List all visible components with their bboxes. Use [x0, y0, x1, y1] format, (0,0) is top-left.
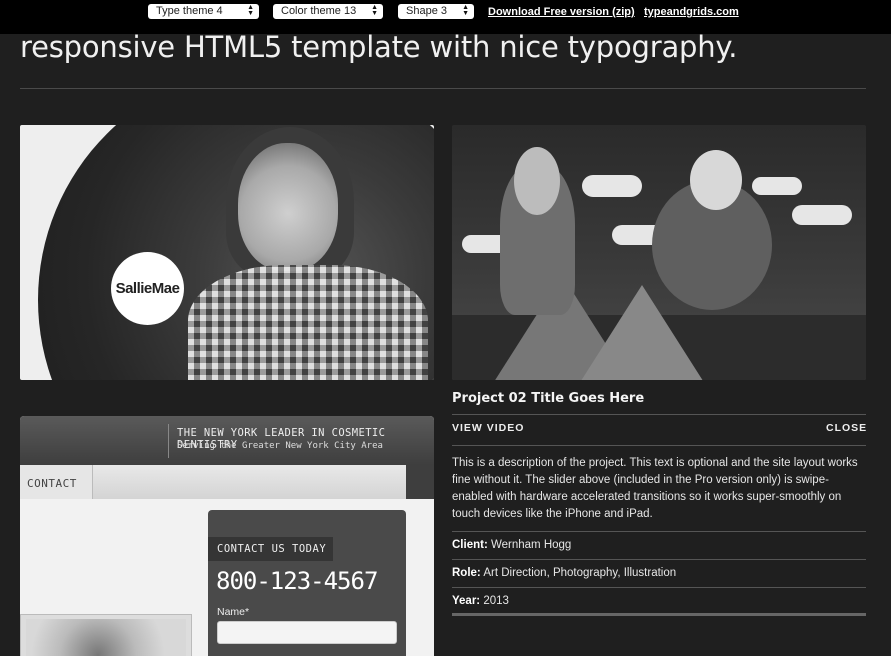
select-arrows-icon: ▲ ▼	[247, 4, 254, 17]
client-label: Client:	[452, 539, 488, 551]
project-year: Year: 2013	[452, 595, 509, 607]
site-nav-edge	[406, 465, 434, 499]
divider	[452, 445, 866, 446]
illustration-head-left	[514, 147, 560, 215]
illustration-head-right	[690, 150, 742, 210]
typeandgrids-link[interactable]: typeandgrids.com	[644, 5, 739, 19]
portfolio-thumb-illustration[interactable]	[452, 125, 866, 380]
theme-toolbar: Type theme 4 ▲ ▼ Color theme 13 ▲ ▼ Shape …	[0, 0, 891, 34]
download-free-link[interactable]: Download Free version (zip)	[488, 5, 635, 19]
cloud	[752, 177, 802, 195]
divider	[20, 88, 866, 89]
contact-phone: 800-123-4567	[216, 567, 378, 595]
shape-select[interactable]: Shape 3 ▲ ▼	[398, 4, 474, 19]
project-description: This is a description of the project. Th…	[452, 457, 858, 520]
type-theme-value: Type theme 4	[156, 5, 223, 17]
type-theme-select[interactable]: Type theme 4 ▲ ▼	[148, 4, 259, 19]
select-arrows-icon: ▲ ▼	[462, 4, 469, 17]
cloud	[792, 205, 852, 225]
salliemae-logo: SallieMae	[111, 252, 184, 325]
divider	[452, 531, 866, 532]
project-client: Client: Wernham Hogg	[452, 539, 571, 551]
year-value: 2013	[483, 595, 509, 607]
photo-shirt-pattern	[188, 265, 428, 380]
color-theme-select[interactable]: Color theme 13 ▲ ▼	[273, 4, 383, 19]
portfolio-thumb-salliemae[interactable]: SallieMae	[20, 125, 434, 380]
tagline-divider	[168, 424, 169, 458]
select-arrows-icon: ▲ ▼	[371, 4, 378, 17]
name-input	[217, 621, 397, 644]
role-label: Role:	[452, 567, 481, 579]
project-title: Project 02 Title Goes Here	[452, 391, 645, 406]
project-role: Role: Art Direction, Photography, Illust…	[452, 567, 676, 579]
client-value: Wernham Hogg	[490, 539, 572, 551]
portfolio-thumb-dentistry[interactable]: THE NEW YORK LEADER IN COSMETIC DENTISTR…	[20, 416, 434, 656]
color-theme-value: Color theme 13	[281, 5, 357, 17]
page-headline: responsive HTML5 template with nice typo…	[20, 30, 738, 64]
close-button[interactable]: CLOSE	[826, 422, 867, 434]
project-bottom-bar	[452, 613, 866, 616]
view-video-link[interactable]: VIEW VIDEO	[452, 422, 524, 434]
cloud	[582, 175, 642, 197]
divider	[452, 559, 866, 560]
shape-value: Shape 3	[406, 5, 447, 17]
site-photo	[26, 619, 186, 656]
site-subtagline: Serving the Greater New York City Area	[177, 441, 383, 451]
photo-face	[238, 143, 338, 271]
site-nav-contact: CONTACT	[27, 477, 77, 490]
name-label: Name*	[217, 606, 250, 618]
divider	[452, 587, 866, 588]
role-value: Art Direction, Photography, Illustration	[483, 567, 677, 579]
contact-panel-title: CONTACT US TODAY	[217, 543, 327, 555]
divider	[452, 414, 866, 415]
year-label: Year:	[452, 595, 481, 607]
